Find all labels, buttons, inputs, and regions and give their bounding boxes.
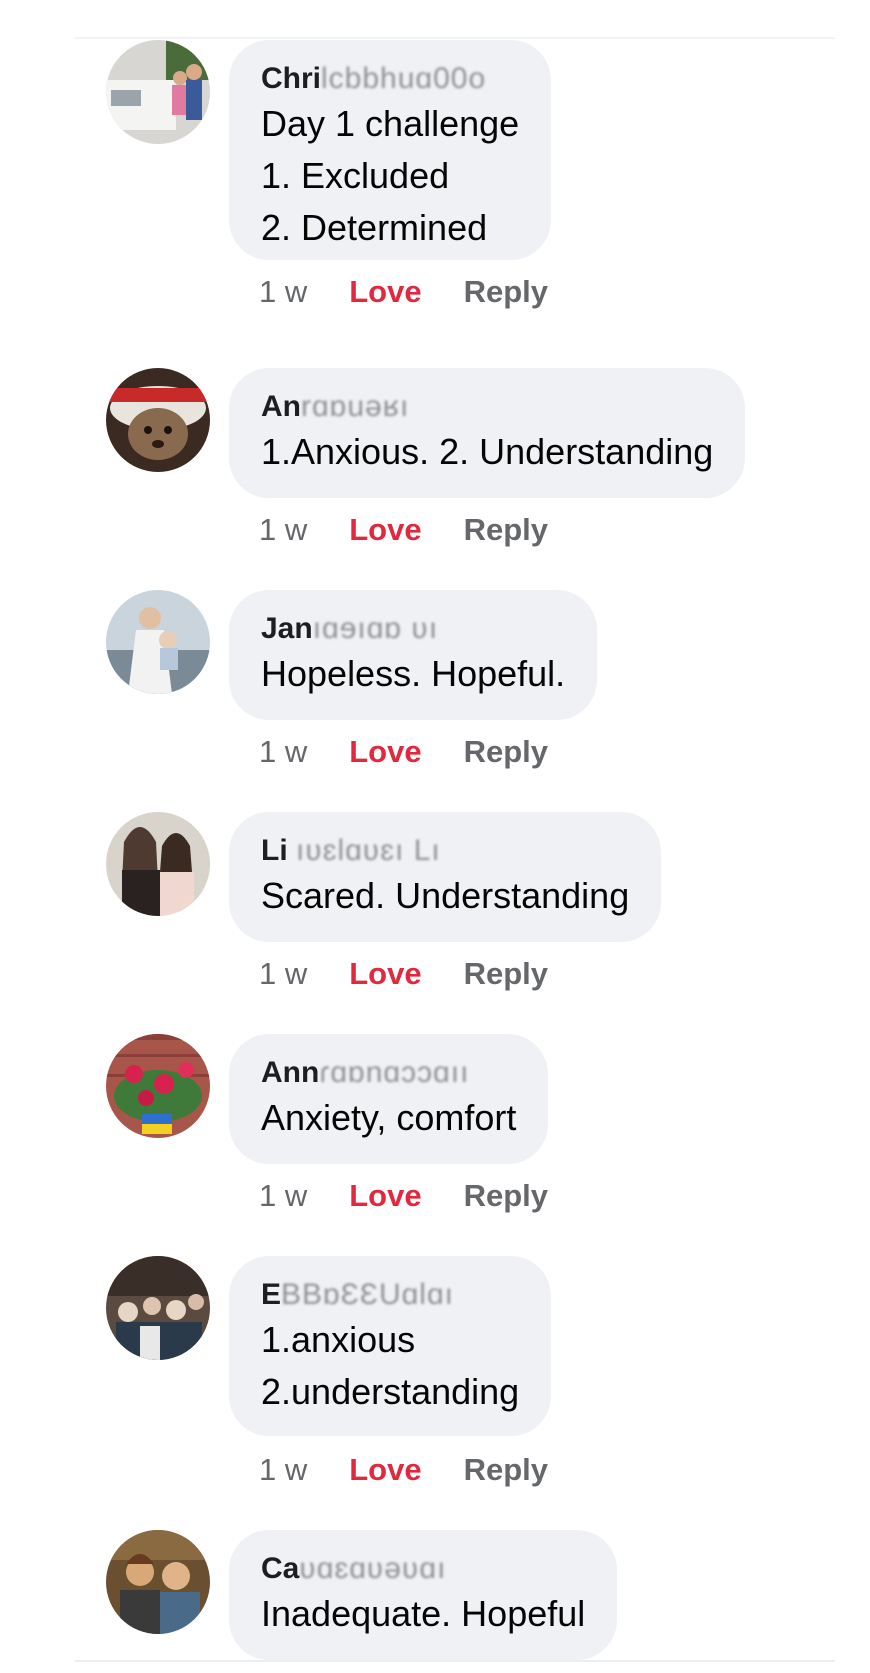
comment-actions: 1 w Love Reply [259, 1176, 548, 1216]
love-button[interactable]: Love [349, 274, 421, 309]
avatar-image [106, 40, 210, 144]
comment-age: 1 w [259, 734, 308, 769]
avatar[interactable] [106, 1530, 210, 1634]
avatar-image [106, 1256, 210, 1360]
love-button[interactable]: Love [349, 1452, 421, 1487]
comment-actions: 1 w Love Reply [259, 1450, 548, 1490]
comment-text-line: 2. Determined [261, 207, 488, 248]
author-name-obscured: ɾɑɒnɑɔɔɑıı [319, 1056, 470, 1089]
love-button[interactable]: Love [349, 734, 421, 769]
comment-age: 1 w [259, 274, 308, 309]
author-name-obscured: ʋɑɛɑʋəʋɑı [299, 1552, 447, 1585]
reply-button[interactable]: Reply [464, 1452, 548, 1487]
avatar[interactable] [106, 1256, 210, 1360]
comment-actions: 1 w Love Reply [259, 954, 548, 994]
comment-text-line: Inadequate. Hopeful [261, 1593, 586, 1634]
comment-text-line: 1.Anxious. 2. Understanding [261, 431, 714, 472]
comment-age: 1 w [259, 512, 308, 547]
reply-button[interactable]: Reply [464, 1178, 548, 1213]
author-name-obscured: ıɑɘıɑɒ ʋı [312, 612, 439, 645]
comment-bubble[interactable]: Anrɑɒuəʁı 1.Anxious. 2. Understanding [229, 368, 746, 498]
avatar[interactable] [106, 368, 210, 472]
author-name-obscured: ıʋɛlɑʋɛı Lı [296, 834, 441, 867]
comment-author[interactable]: EBBɒƐƐUɑlɑı [261, 1276, 519, 1314]
comment-text-line: Hopeless. Hopeful. [261, 653, 566, 694]
reply-button[interactable]: Reply [464, 956, 548, 991]
comment-actions: 1 w Love Reply [259, 272, 548, 312]
top-divider [75, 37, 835, 39]
avatar-image [106, 1530, 210, 1634]
comment-text-line: Scared. Understanding [261, 875, 630, 916]
comment-age: 1 w [259, 956, 308, 991]
comment-age: 1 w [259, 1178, 308, 1213]
comment-text-line: Day 1 challenge [261, 103, 520, 144]
avatar[interactable] [106, 40, 210, 144]
avatar-image [106, 368, 210, 472]
reply-button[interactable]: Reply [464, 734, 548, 769]
comment-text-line: 1.anxious [261, 1319, 416, 1360]
comment-age: 1 w [259, 1452, 308, 1487]
comment-author[interactable]: Janıɑɘıɑɒ ʋı [261, 610, 565, 648]
avatar[interactable] [106, 1034, 210, 1138]
author-name-obscured: rɑɒuəʁı [301, 390, 410, 423]
avatar-image [106, 812, 210, 916]
avatar-image [106, 1034, 210, 1138]
comment-bubble[interactable]: Caʋɑɛɑʋəʋɑı Inadequate. Hopeful [229, 1530, 618, 1660]
comment-text-line: 1. Excluded [261, 155, 450, 196]
comment-author[interactable]: Chrilcbbhuɑ00o [261, 60, 519, 98]
comment-bubble[interactable]: Li ıʋɛlɑʋɛı Lı Scared. Understanding [229, 812, 662, 942]
love-button[interactable]: Love [349, 1178, 421, 1213]
comment-text-line: 2.understanding [261, 1371, 520, 1412]
comment-author[interactable]: Li ıʋɛlɑʋɛı Lı [261, 832, 629, 870]
reply-button[interactable]: Reply [464, 512, 548, 547]
love-button[interactable]: Love [349, 512, 421, 547]
reply-button[interactable]: Reply [464, 274, 548, 309]
avatar[interactable] [106, 812, 210, 916]
comment-bubble[interactable]: Janıɑɘıɑɒ ʋı Hopeless. Hopeful. [229, 590, 598, 720]
comment-text-line: Anxiety, comfort [261, 1097, 517, 1138]
comment-actions: 1 w Love Reply [259, 732, 548, 772]
comment-author[interactable]: Caʋɑɛɑʋəʋɑı [261, 1550, 585, 1588]
comment-author[interactable]: Anrɑɒuəʁı [261, 388, 713, 426]
author-name-obscured: BBɒƐƐUɑlɑı [281, 1278, 454, 1311]
avatar[interactable] [106, 590, 210, 694]
author-name-obscured: lcbbhuɑ00o [321, 62, 487, 95]
comment-bubble[interactable]: Chrilcbbhuɑ00o Day 1 challenge 1. Exclud… [229, 40, 552, 260]
bottom-divider [75, 1660, 835, 1662]
comment-actions: 1 w Love Reply [259, 510, 548, 550]
avatar-image [106, 590, 210, 694]
comment-author[interactable]: Annɾɑɒnɑɔɔɑıı [261, 1054, 516, 1092]
love-button[interactable]: Love [349, 956, 421, 991]
comment-bubble[interactable]: EBBɒƐƐUɑlɑı 1.anxious 2.understanding [229, 1256, 552, 1436]
comment-bubble[interactable]: Annɾɑɒnɑɔɔɑıı Anxiety, comfort [229, 1034, 549, 1164]
